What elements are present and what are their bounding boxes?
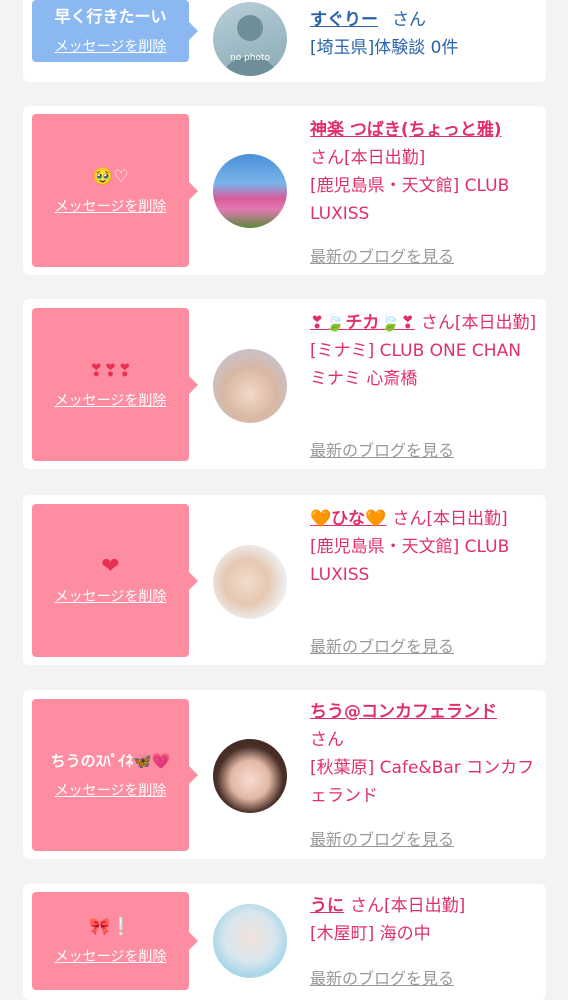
message-text: 早く行きたーい	[54, 7, 167, 26]
delete-message-link[interactable]: メッセージを削除	[55, 946, 167, 966]
user-info: すぐりー さん [埼玉県]体験談 0件	[310, 6, 538, 62]
avatar[interactable]	[213, 545, 287, 619]
avatar[interactable]	[213, 154, 287, 228]
user-info: ちう@コンカフェランド さん [秋葉原] Cafe&Bar コンカフェランド	[310, 698, 538, 810]
user-suffix: さん	[310, 730, 344, 750]
user-name-link[interactable]: すぐりー	[310, 10, 378, 30]
latest-blog-link[interactable]: 最新のブログを見る	[310, 965, 454, 989]
message-text: ❣❣❣	[89, 360, 132, 381]
message-card: ❤ メッセージを削除 🧡ひな🧡 さん[本日出勤] [鹿児島県・天文館] CLUB …	[23, 495, 546, 665]
user-suffix: さん[本日出勤]	[310, 148, 426, 168]
no-photo-label: no photo	[230, 53, 271, 63]
message-text: 🥹♡	[92, 166, 129, 187]
avatar[interactable]	[213, 349, 287, 423]
user-suffix: さん[本日出勤]	[350, 896, 466, 916]
delete-message-link[interactable]: メッセージを削除	[55, 36, 167, 56]
user-name-link[interactable]: 🧡ひな🧡	[310, 509, 386, 529]
message-bubble: 🥹♡ メッセージを削除	[32, 114, 198, 267]
message-card: ❣❣❣ メッセージを削除 ❣🍃チカ🍃❣ さん[本日出勤] [ミナミ] CLUB O…	[23, 299, 546, 469]
latest-blog-link[interactable]: 最新のブログを見る	[310, 633, 454, 657]
delete-message-link[interactable]: メッセージを削除	[55, 196, 167, 216]
latest-blog-link[interactable]: 最新のブログを見る	[310, 243, 454, 267]
message-bubble: ❤ メッセージを削除	[32, 504, 198, 657]
user-info: うに さん[本日出勤] [木屋町] 海の中	[310, 892, 538, 948]
message-text: ❤	[101, 553, 120, 579]
delete-message-link[interactable]: メッセージを削除	[55, 390, 167, 410]
delete-message-link[interactable]: メッセージを削除	[55, 586, 167, 606]
user-suffix: さん[本日出勤]	[392, 509, 508, 529]
user-name-link[interactable]: ❣🍃チカ🍃❣	[310, 313, 415, 333]
user-info: 神楽 つばき(ちょっと雅) さん[本日出勤] [鹿児島県・天文館] CLUB L…	[310, 116, 538, 228]
user-info: ❣🍃チカ🍃❣ さん[本日出勤] [ミナミ] CLUB ONE CHAN ミナミ 心…	[310, 309, 538, 393]
user-name-link[interactable]: うに	[310, 896, 344, 916]
message-text: 🎀❕	[89, 917, 132, 937]
user-name-link[interactable]: 神楽 つばき(ちょっと雅)	[310, 120, 501, 140]
avatar[interactable]	[213, 904, 287, 978]
avatar[interactable]	[213, 739, 287, 813]
user-area: [埼玉県]体験談 0件	[310, 38, 459, 58]
avatar[interactable]: no photo	[213, 2, 287, 76]
message-card: 🥹♡ メッセージを削除 神楽 つばき(ちょっと雅) さん[本日出勤] [鹿児島県…	[23, 106, 546, 275]
user-area: [木屋町] 海の中	[310, 924, 431, 944]
message-card: 早く行きたーい メッセージを削除 no photo すぐりー さん [埼玉県]体験…	[23, 0, 546, 82]
message-bubble: ちうのｽﾊﾟｲﾈ🦋💗 メッセージを削除	[32, 699, 198, 851]
person-silhouette-icon: no photo	[223, 15, 277, 76]
user-area: [鹿児島県・天文館] CLUB LUXISS	[310, 176, 510, 224]
user-area: [鹿児島県・天文館] CLUB LUXISS	[310, 537, 510, 585]
user-info: 🧡ひな🧡 さん[本日出勤] [鹿児島県・天文館] CLUB LUXISS	[310, 505, 538, 589]
message-card: 🎀❕ メッセージを削除 うに さん[本日出勤] [木屋町] 海の中 最新のブログを…	[23, 884, 546, 1000]
message-bubble: 🎀❕ メッセージを削除	[32, 892, 198, 990]
delete-message-link[interactable]: メッセージを削除	[55, 780, 167, 800]
user-suffix: さん	[392, 10, 426, 30]
user-area: [秋葉原] Cafe&Bar コンカフェランド	[310, 758, 535, 806]
user-suffix: さん[本日出勤]	[420, 313, 537, 333]
message-card: ちうのｽﾊﾟｲﾈ🦋💗 メッセージを削除 ちう@コンカフェランド さん [秋葉原]…	[23, 690, 546, 859]
message-bubble: 早く行きたーい メッセージを削除	[32, 0, 198, 62]
user-area: [ミナミ] CLUB ONE CHAN ミナミ 心斎橋	[310, 341, 521, 389]
message-bubble: ❣❣❣ メッセージを削除	[32, 308, 198, 461]
latest-blog-link[interactable]: 最新のブログを見る	[310, 826, 454, 850]
user-name-link[interactable]: ちう@コンカフェランド	[310, 702, 497, 722]
latest-blog-link[interactable]: 最新のブログを見る	[310, 437, 454, 461]
message-text: ちうのｽﾊﾟｲﾈ🦋💗	[50, 752, 171, 770]
